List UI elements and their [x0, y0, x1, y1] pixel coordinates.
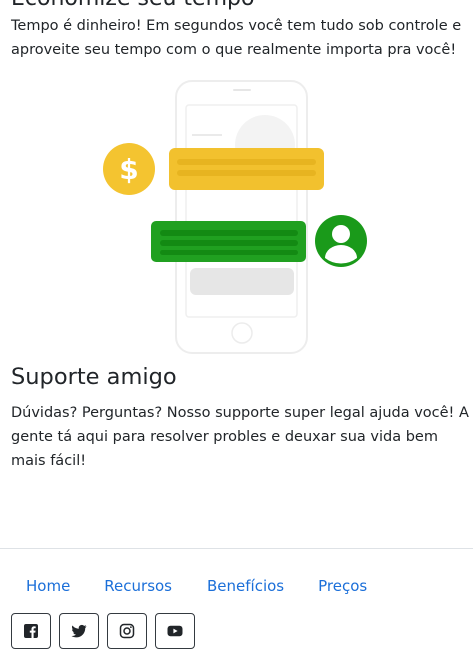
section-title-suporte: Suporte amigo [11, 364, 177, 390]
user-avatar-icon [315, 215, 367, 267]
footer-link-precos[interactable]: Preços [318, 575, 367, 597]
dollar-coin-icon: $ [103, 143, 155, 195]
footer-link-home[interactable]: Home [26, 575, 70, 597]
twitter-icon [71, 624, 87, 638]
support-illustration: $ [103, 80, 367, 354]
twitter-button[interactable] [59, 613, 99, 649]
section-text-economize: Tempo é dinheiro! Em segundos você tem t… [11, 18, 462, 58]
footer-divider [0, 548, 473, 549]
social-links [11, 613, 195, 649]
footer-link-beneficios[interactable]: Benefícios [207, 575, 284, 597]
facebook-button[interactable] [11, 613, 51, 649]
instagram-button[interactable] [107, 613, 147, 649]
yellow-message-bubble [169, 148, 324, 190]
dollar-symbol: $ [119, 153, 138, 186]
youtube-icon [167, 625, 183, 637]
smartphone-icon [175, 80, 308, 354]
footer-nav: Home Recursos Benefícios Preços [26, 575, 367, 597]
instagram-icon [119, 623, 135, 639]
youtube-button[interactable] [155, 613, 195, 649]
section-text-suporte: Dúvidas? Perguntas? Nosso supporte super… [11, 405, 469, 469]
footer-link-recursos[interactable]: Recursos [104, 575, 172, 597]
green-message-bubble [151, 221, 306, 262]
section-title-economize: Economize seu tempo [11, 0, 254, 11]
facebook-icon [24, 624, 38, 638]
